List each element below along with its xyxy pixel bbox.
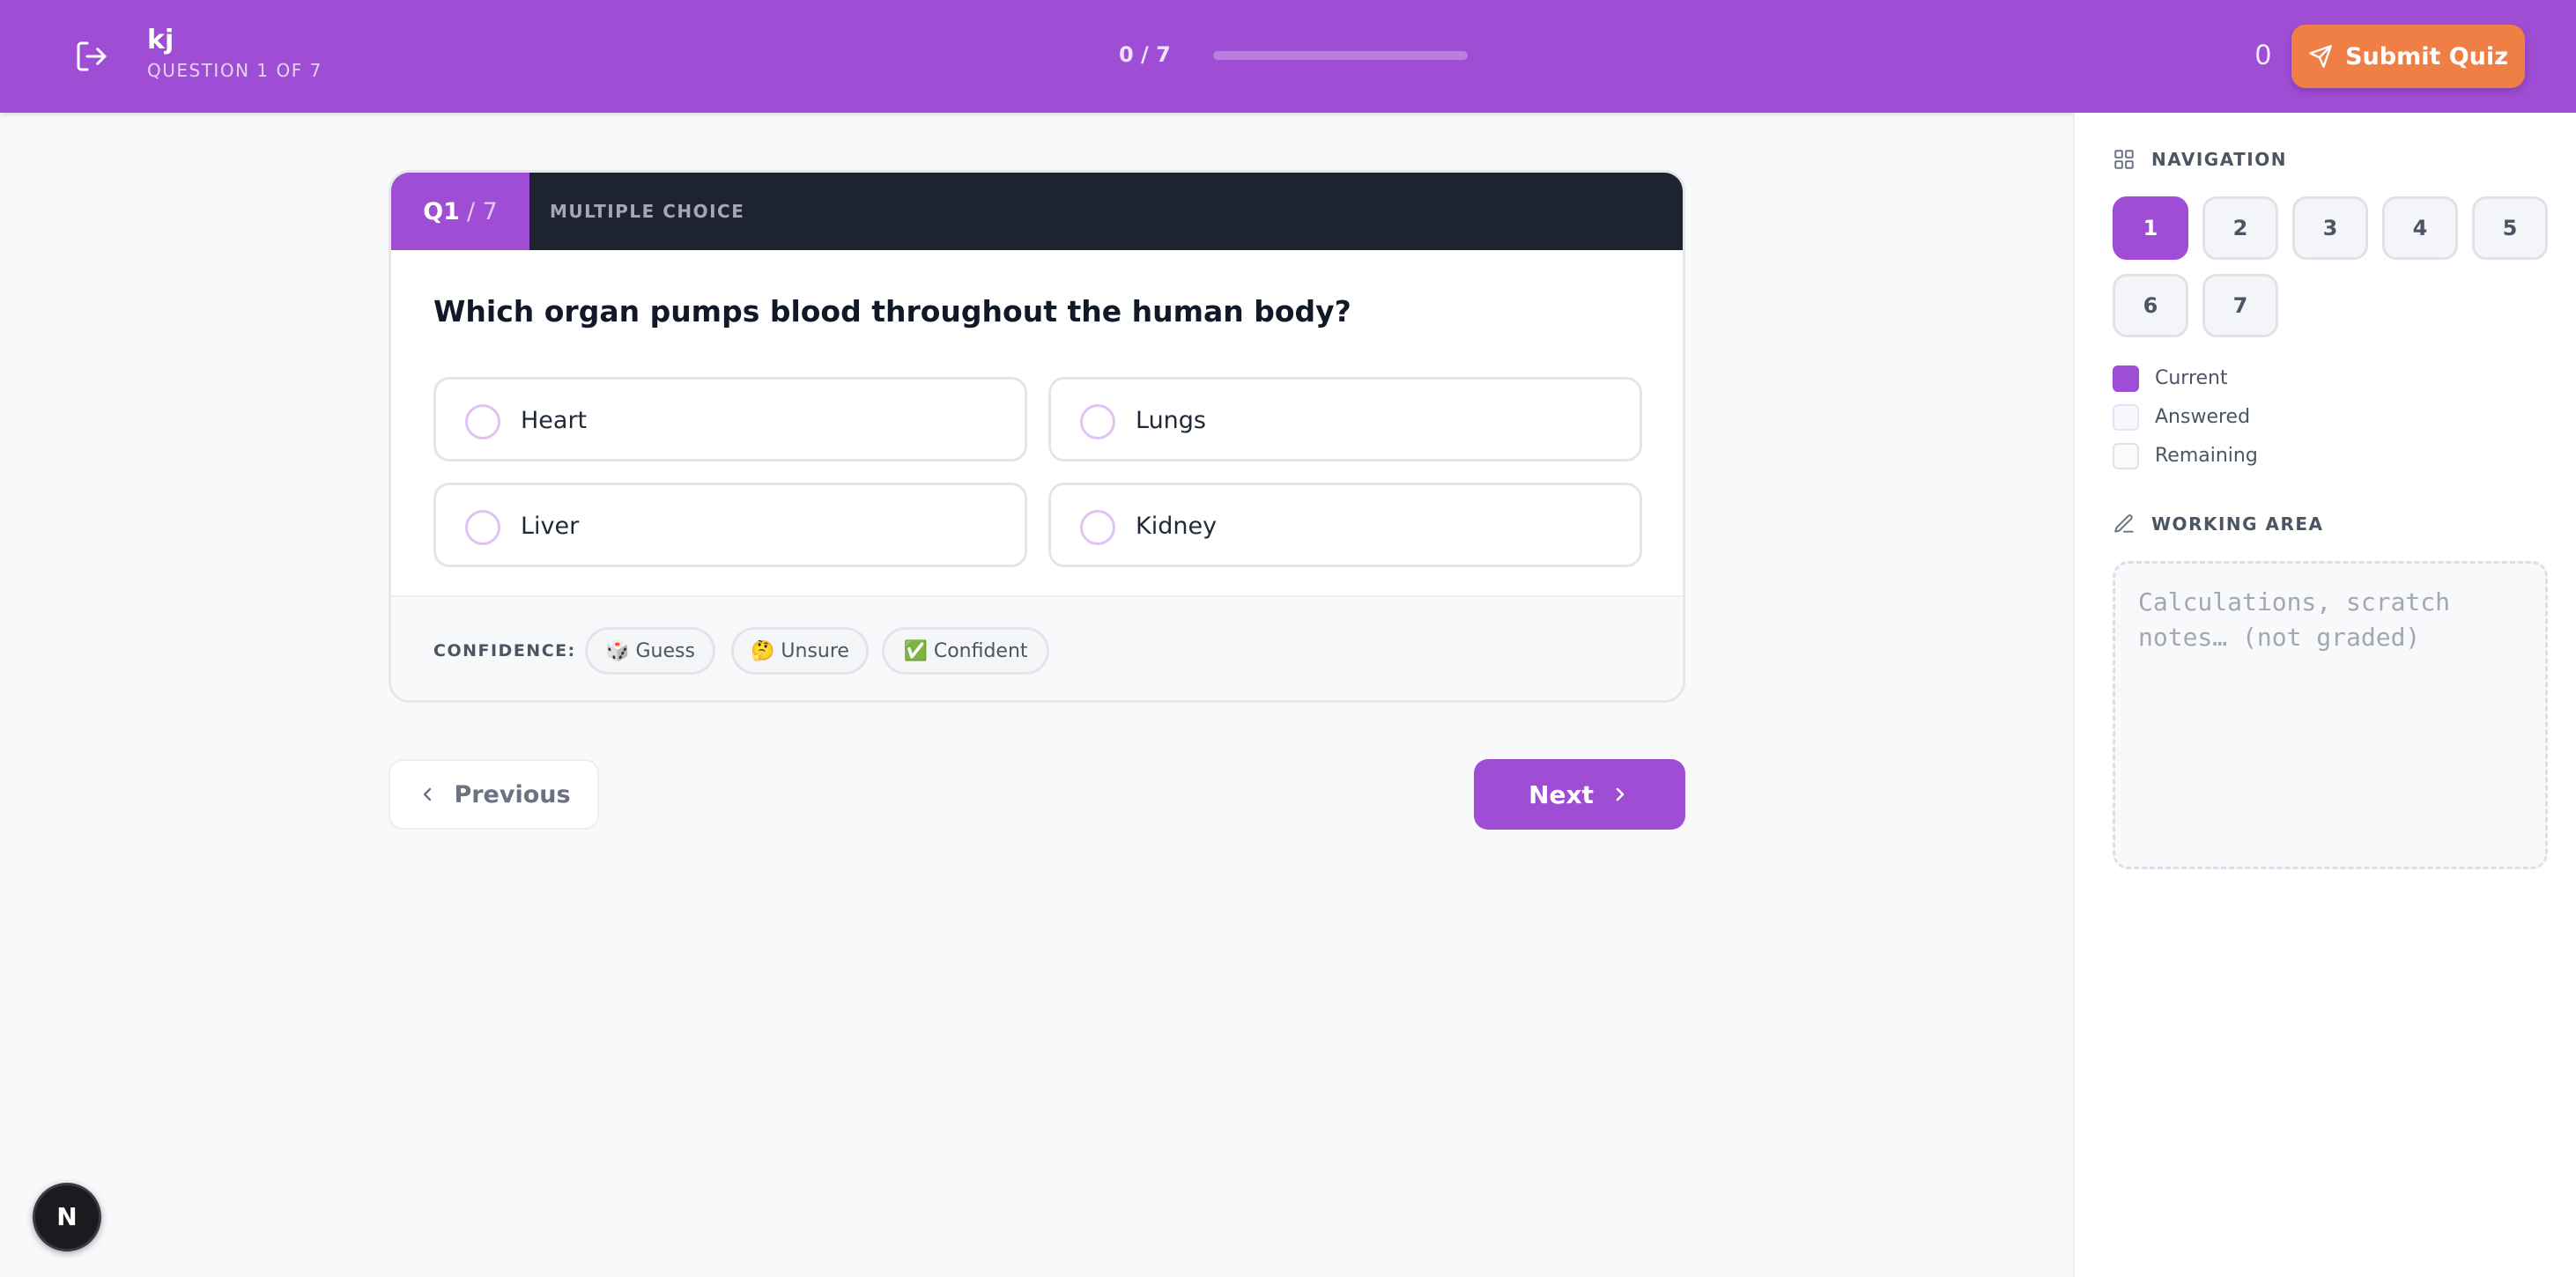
confidence-bar: CONFIDENCE: 🎲 Guess 🤔 Unsure ✅ Confident	[391, 595, 1683, 700]
answer-option-label: Liver	[521, 513, 580, 540]
answer-option[interactable]: Kidney	[1048, 483, 1642, 567]
progress-text: 0 / 7	[1119, 42, 1171, 67]
radio-button[interactable]	[1080, 510, 1115, 545]
send-icon	[2309, 45, 2332, 68]
question-card-header: Q1 / 7 MULTIPLE CHOICE	[391, 173, 1683, 250]
question-nav-button-6[interactable]: 6	[2113, 274, 2188, 337]
pencil-icon	[2114, 514, 2134, 533]
legend-swatch-answered	[2113, 404, 2139, 431]
question-nav-button-1[interactable]: 1	[2113, 196, 2188, 260]
navigation-section-header: NAVIGATION	[2113, 148, 2287, 171]
radio-button[interactable]	[465, 404, 500, 439]
legend-current: Current	[2113, 365, 2228, 392]
sidebar: NAVIGATION 1 2 3 4 5 6 7 Current Answere…	[2073, 113, 2576, 1277]
chevron-left-icon	[424, 787, 432, 801]
next-label: Next	[1529, 779, 1594, 809]
working-area-textarea[interactable]	[2113, 561, 2548, 869]
navigation-title: NAVIGATION	[2151, 149, 2287, 170]
answer-option[interactable]: Lungs	[1048, 377, 1642, 461]
working-area-title: WORKING AREA	[2151, 513, 2324, 535]
question-nav-button-5[interactable]: 5	[2472, 196, 2548, 260]
submit-quiz-button[interactable]: Submit Quiz	[2291, 25, 2525, 88]
answer-option[interactable]: Heart	[433, 377, 1027, 461]
quiz-title: kj	[147, 25, 174, 55]
legend-label: Remaining	[2155, 445, 2258, 467]
legend-swatch-remaining	[2113, 443, 2139, 469]
progress-bar	[1213, 51, 1468, 60]
confidence-label: CONFIDENCE:	[433, 641, 576, 661]
radio-button[interactable]	[465, 510, 500, 545]
dev-tools-badge[interactable]: N	[33, 1183, 101, 1251]
question-nav-button-4[interactable]: 4	[2382, 196, 2458, 260]
question-nav-button-3[interactable]: 3	[2292, 196, 2368, 260]
question-total: / 7	[466, 197, 498, 225]
question-text: Which organ pumps blood throughout the h…	[433, 294, 1351, 328]
n-logo-icon: N	[56, 1202, 77, 1231]
exit-quiz-button[interactable]	[69, 33, 115, 79]
question-number: Q1	[423, 197, 460, 225]
previous-button[interactable]: Previous	[389, 759, 599, 830]
n-logo-letter: N	[56, 1202, 77, 1231]
legend-remaining: Remaining	[2113, 443, 2258, 469]
confidence-confident-chip[interactable]: ✅ Confident	[882, 627, 1049, 675]
legend-label: Answered	[2155, 406, 2251, 428]
answer-option[interactable]: Liver	[433, 483, 1027, 567]
legend-answered: Answered	[2113, 404, 2250, 431]
question-counter: QUESTION 1 OF 7	[147, 60, 322, 81]
top-bar: kj QUESTION 1 OF 7 0 / 7 0 Submit Quiz	[0, 0, 2576, 113]
confidence-guess-chip[interactable]: 🎲 Guess	[585, 627, 715, 675]
question-number-badge: Q1 / 7	[391, 173, 529, 250]
previous-label: Previous	[454, 780, 571, 808]
chevron-right-icon	[1616, 787, 1625, 801]
score-counter: 0	[2255, 39, 2271, 70]
submit-quiz-label: Submit Quiz	[2345, 42, 2508, 70]
answer-option-label: Heart	[521, 407, 588, 434]
logout-icon	[77, 41, 107, 71]
question-type: MULTIPLE CHOICE	[550, 201, 745, 222]
question-nav-button-7[interactable]: 7	[2202, 274, 2278, 337]
next-button[interactable]: Next	[1474, 759, 1685, 830]
working-area-section-header: WORKING AREA	[2113, 513, 2324, 535]
grid-icon	[2114, 150, 2134, 169]
question-card: Q1 / 7 MULTIPLE CHOICE Which organ pumps…	[389, 170, 1685, 703]
question-nav-button-2[interactable]: 2	[2202, 196, 2278, 260]
confidence-unsure-chip[interactable]: 🤔 Unsure	[731, 627, 869, 675]
legend-label: Current	[2155, 367, 2228, 389]
answer-option-label: Lungs	[1136, 407, 1206, 434]
answer-option-label: Kidney	[1136, 513, 1218, 540]
radio-button[interactable]	[1080, 404, 1115, 439]
legend-swatch-current	[2113, 365, 2139, 392]
